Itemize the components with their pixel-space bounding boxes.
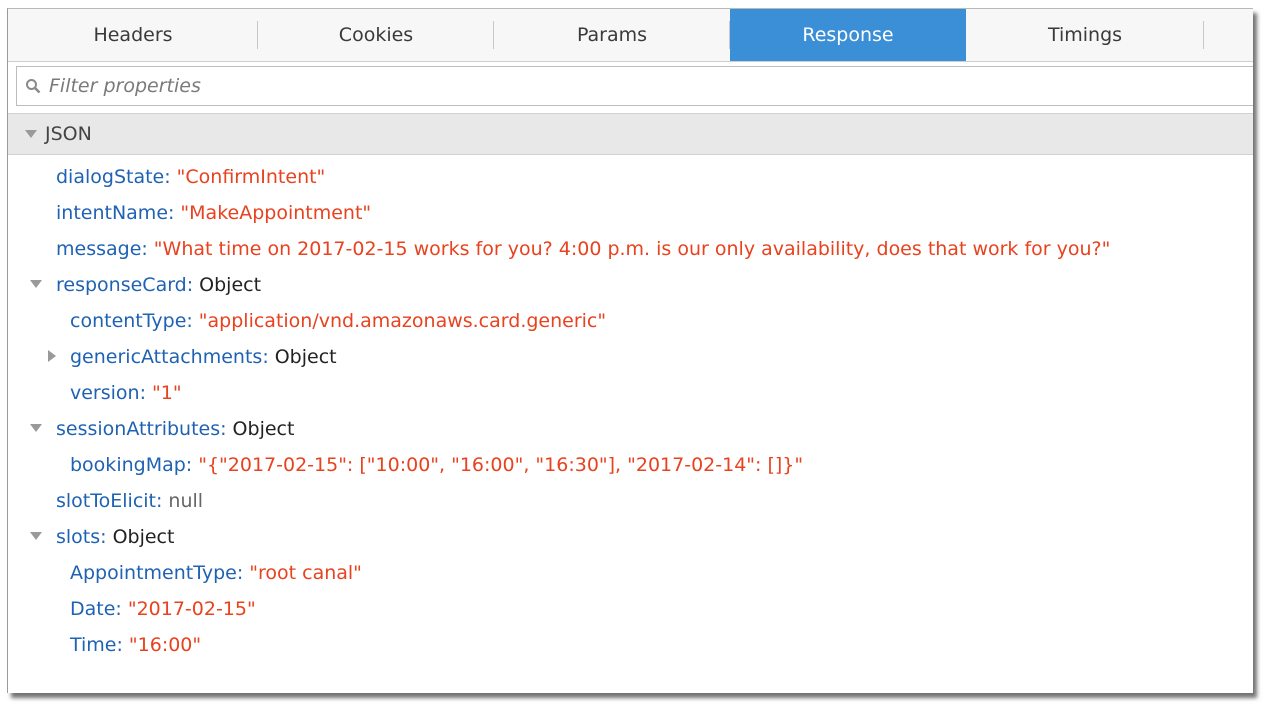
tree-row-sessionattributes[interactable]: sessionAttributes: Object xyxy=(30,411,295,447)
property-key: genericAttachments xyxy=(70,346,263,368)
colon: : xyxy=(236,562,244,584)
property-key: sessionAttributes xyxy=(56,418,221,440)
colon: : xyxy=(156,490,163,512)
tree-row-time[interactable]: Time: "16:00" xyxy=(70,627,201,663)
property-key: intentName xyxy=(56,202,169,224)
tab-label: Cookies xyxy=(338,24,414,46)
tree-row-dialogstate[interactable]: dialogState: "ConfirmIntent" xyxy=(56,159,325,195)
collapse-triangle-icon xyxy=(25,130,37,138)
tab-label: Timings xyxy=(1047,24,1123,46)
colon: : xyxy=(141,238,148,260)
property-value: "2017-02-15" xyxy=(127,598,256,620)
search-icon xyxy=(19,78,47,94)
property-key: responseCard xyxy=(56,274,187,296)
property-key: slots xyxy=(56,526,101,548)
property-key: message xyxy=(56,238,142,260)
property-value: Object xyxy=(232,418,295,440)
colon: : xyxy=(139,382,146,404)
tree-row-contenttype[interactable]: contentType: "application/vnd.amazonaws.c… xyxy=(70,303,606,339)
tab-params[interactable]: Params xyxy=(494,9,730,61)
tree-row-appointmenttype[interactable]: AppointmentType: "root canal" xyxy=(70,555,362,591)
tree-row-bookingmap[interactable]: bookingMap: "{"2017-02-15": ["10:00", "16… xyxy=(70,447,803,483)
tree-row-responsecard[interactable]: responseCard: Object xyxy=(30,267,262,303)
colon: : xyxy=(168,202,175,224)
property-key: AppointmentType xyxy=(70,562,237,584)
colon: : xyxy=(116,634,123,656)
property-value: "What time on 2017-02-15 works for you? … xyxy=(153,238,1111,260)
tree-row-date[interactable]: Date: "2017-02-15" xyxy=(70,591,256,627)
property-value: Object xyxy=(112,526,175,548)
tab-separator xyxy=(1203,21,1204,49)
filter-box xyxy=(16,66,1253,106)
expand-triangle-icon[interactable] xyxy=(30,280,42,288)
property-value: "16:00" xyxy=(128,634,202,656)
tab-bar: Headers Cookies Params Response Timings xyxy=(8,9,1253,62)
json-section-header[interactable]: JSON xyxy=(8,113,1253,155)
tree-row-slottoelicit[interactable]: slotToElicit: null xyxy=(56,483,203,519)
colon: : xyxy=(186,310,193,332)
colon: : xyxy=(220,418,227,440)
property-key: version xyxy=(70,382,140,404)
network-response-panel: Headers Cookies Params Response Timings … xyxy=(7,8,1253,693)
property-key: Time xyxy=(70,634,117,656)
tree-row-genericattachments[interactable]: genericAttachments: Object xyxy=(48,339,337,375)
colon: : xyxy=(186,274,194,296)
property-key: contentType xyxy=(70,310,187,332)
tab-response[interactable]: Response xyxy=(730,9,966,61)
colon: : xyxy=(115,598,122,620)
property-value: Object xyxy=(274,346,337,368)
colon: : xyxy=(100,526,107,548)
property-value: "{"2017-02-15": ["10:00", "16:00", "16:3… xyxy=(198,454,804,476)
property-value: "1" xyxy=(152,382,182,404)
colon: : xyxy=(185,454,193,476)
property-value: "ConfirmIntent" xyxy=(176,166,326,188)
tree-row-slots[interactable]: slots: Object xyxy=(30,519,175,555)
filter-properties-input[interactable] xyxy=(47,74,1231,98)
colon: : xyxy=(262,346,269,368)
tree-row-intentname[interactable]: intentName: "MakeAppointment" xyxy=(56,195,371,231)
tree-row-message[interactable]: message: "What time on 2017-02-15 works f… xyxy=(56,231,1110,267)
tab-label: Params xyxy=(576,24,648,46)
expand-triangle-icon[interactable] xyxy=(30,532,42,540)
expand-triangle-icon[interactable] xyxy=(48,350,56,362)
property-key: bookingMap xyxy=(70,454,186,476)
tree-row-version[interactable]: version: "1" xyxy=(70,375,182,411)
tab-label: Response xyxy=(802,24,894,46)
property-key: slotToElicit xyxy=(56,490,156,512)
property-value: "root canal" xyxy=(249,562,362,584)
tab-headers[interactable]: Headers xyxy=(8,9,258,61)
property-value: Object xyxy=(199,274,262,296)
expand-triangle-icon[interactable] xyxy=(30,424,42,432)
property-value: "application/vnd.amazonaws.card.generic" xyxy=(198,310,607,332)
property-key: dialogState xyxy=(56,166,165,188)
section-label: JSON xyxy=(45,123,92,145)
property-value: null xyxy=(168,490,204,512)
tab-label: Headers xyxy=(93,24,173,46)
tab-cookies[interactable]: Cookies xyxy=(258,9,494,61)
property-key: Date xyxy=(70,598,116,620)
property-value: "MakeAppointment" xyxy=(180,202,372,224)
tab-timings[interactable]: Timings xyxy=(966,9,1204,61)
colon: : xyxy=(164,166,171,188)
